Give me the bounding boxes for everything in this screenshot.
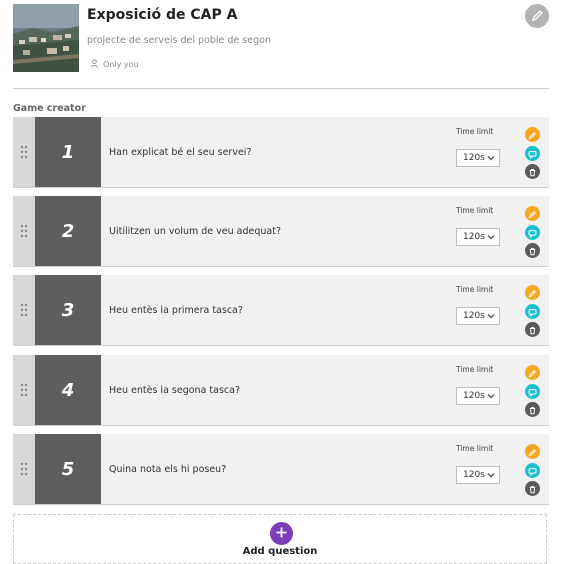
trash-icon: [528, 162, 537, 181]
delete-question-button[interactable]: [525, 481, 540, 496]
pencil-icon: [528, 125, 537, 144]
time-limit-label: Time limit: [456, 127, 494, 136]
delete-question-button[interactable]: [525, 243, 540, 258]
question-row: 3 Heu entès la primera tasca? Time limit…: [13, 275, 549, 346]
pencil-icon: [531, 7, 544, 26]
trash-icon: [528, 479, 537, 498]
trash-icon: [528, 241, 537, 260]
add-question-area[interactable]: Add question: [13, 514, 547, 564]
page-subtitle: projecte de serveis del poble de segon: [87, 35, 271, 46]
pencil-icon: [528, 204, 537, 223]
drag-handle-icon[interactable]: [13, 275, 35, 345]
time-limit-value: 120s: [463, 391, 485, 401]
comment-icon: [528, 461, 537, 480]
comment-icon: [528, 382, 537, 401]
time-limit-value: 120s: [463, 311, 485, 321]
time-limit-select[interactable]: 120s: [456, 307, 500, 325]
time-limit-label: Time limit: [456, 285, 494, 294]
comment-question-button[interactable]: [525, 384, 540, 399]
question-row: 5 Quina nota els hi poseu? Time limit 12…: [13, 434, 549, 505]
question-row: 1 Han explicat bé el seu servei? Time li…: [13, 117, 549, 188]
plus-icon: [275, 524, 288, 543]
visibility-label: Only you: [103, 60, 139, 69]
question-text[interactable]: Han explicat bé el seu servei?: [109, 117, 252, 187]
question-row: 2 Uitilitzen un volum de veu adequat? Ti…: [13, 196, 549, 267]
comment-icon: [528, 223, 537, 242]
add-question-label: Add question: [242, 546, 318, 557]
edit-quiz-button[interactable]: [525, 4, 549, 28]
comment-question-button[interactable]: [525, 463, 540, 478]
time-limit-select[interactable]: 120s: [456, 387, 500, 405]
pencil-icon: [528, 442, 537, 461]
question-number: 5: [35, 434, 101, 504]
chevron-down-icon: [487, 392, 495, 403]
delete-question-button[interactable]: [525, 164, 540, 179]
question-row: 4 Heu entès la segona tasca? Time limit …: [13, 355, 549, 426]
time-limit-value: 120s: [463, 232, 485, 242]
trash-icon: [528, 320, 537, 339]
add-question-button[interactable]: [270, 522, 293, 545]
page-title: Exposició de CAP A: [87, 7, 238, 23]
chevron-down-icon: [487, 312, 495, 323]
pencil-icon: [528, 283, 537, 302]
question-number: 2: [35, 196, 101, 266]
section-label: Game creator: [13, 103, 86, 114]
time-limit-select[interactable]: 120s: [456, 466, 500, 484]
question-text[interactable]: Heu entès la segona tasca?: [109, 355, 240, 425]
edit-question-button[interactable]: [525, 127, 540, 142]
chevron-down-icon: [487, 471, 495, 482]
quiz-header: Exposició de CAP A projecte de serveis d…: [13, 4, 549, 89]
cover-image: [13, 4, 79, 72]
time-limit-value: 120s: [463, 153, 485, 163]
edit-question-button[interactable]: [525, 365, 540, 380]
time-limit-select[interactable]: 120s: [456, 149, 500, 167]
time-limit-label: Time limit: [456, 206, 494, 215]
time-limit-label: Time limit: [456, 444, 494, 453]
visibility-indicator: Only you: [90, 59, 139, 70]
pencil-icon: [528, 363, 537, 382]
edit-question-button[interactable]: [525, 206, 540, 221]
delete-question-button[interactable]: [525, 322, 540, 337]
time-limit-label: Time limit: [456, 365, 494, 374]
comment-question-button[interactable]: [525, 225, 540, 240]
trash-icon: [528, 400, 537, 419]
edit-question-button[interactable]: [525, 444, 540, 459]
question-text[interactable]: Uitilitzen un volum de veu adequat?: [109, 196, 281, 266]
drag-handle-icon[interactable]: [13, 355, 35, 425]
user-icon: [90, 59, 99, 70]
comment-icon: [528, 144, 537, 163]
time-limit-value: 120s: [463, 470, 485, 480]
delete-question-button[interactable]: [525, 402, 540, 417]
chevron-down-icon: [487, 154, 495, 165]
comment-question-button[interactable]: [525, 304, 540, 319]
question-number: 3: [35, 275, 101, 345]
question-number: 1: [35, 117, 101, 187]
drag-handle-icon[interactable]: [13, 117, 35, 187]
chevron-down-icon: [487, 233, 495, 244]
comment-question-button[interactable]: [525, 146, 540, 161]
time-limit-select[interactable]: 120s: [456, 228, 500, 246]
question-text[interactable]: Heu entès la primera tasca?: [109, 275, 243, 345]
drag-handle-icon[interactable]: [13, 196, 35, 266]
drag-handle-icon[interactable]: [13, 434, 35, 504]
edit-question-button[interactable]: [525, 285, 540, 300]
question-text[interactable]: Quina nota els hi poseu?: [109, 434, 226, 504]
question-number: 4: [35, 355, 101, 425]
comment-icon: [528, 302, 537, 321]
